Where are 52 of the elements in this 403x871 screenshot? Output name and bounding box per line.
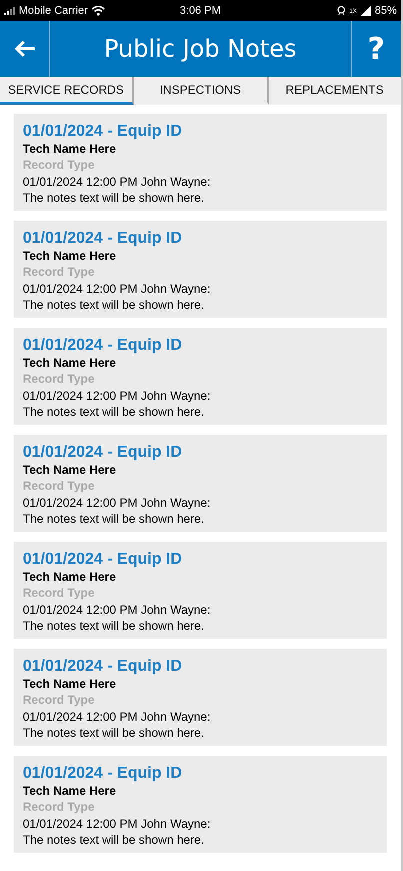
tech-name: Tech Name Here: [23, 356, 118, 371]
clock-time: 3:06 PM: [180, 4, 221, 16]
note-entry: 01/01/2024 12:00 PM John Wayne:: [23, 495, 212, 511]
record-title: 01/01/2024 - Equip ID: [23, 443, 184, 463]
note-entry: 01/01/2024 12:00 PM John Wayne:: [23, 174, 212, 190]
note-text: The notes text will be shown here.: [23, 832, 206, 848]
record-card[interactable]: 01/01/2024 - Equip ID Tech Name Here Record Type 01/01/2024 12:00 PM John Wayne: The notes text will be shown here.: [14, 328, 387, 425]
note-text: The notes text will be shown here.: [23, 618, 206, 634]
record-card[interactable]: 01/01/2024 - Equip ID Tech Name Here Record Type 01/01/2024 12:00 PM John Wayne: The notes text will be shown here.: [14, 221, 387, 318]
record-card[interactable]: 01/01/2024 - Equip ID Tech Name Here Record Type 01/01/2024 12:00 PM John Wayne: The notes text will be shown here.: [14, 435, 387, 532]
record-title: 01/01/2024 - Equip ID: [23, 657, 184, 677]
note-text: The notes text will be shown here.: [23, 725, 206, 741]
carrier-name: Mobile Carrier: [19, 4, 88, 16]
record-title: 01/01/2024 - Equip ID: [23, 122, 184, 142]
alarm-icon: [336, 5, 346, 16]
record-card[interactable]: 01/01/2024 - Equip ID Tech Name Here Record Type 01/01/2024 12:00 PM John Wayne: The notes text will be shown here.: [14, 114, 387, 211]
record-type: Record Type: [23, 478, 96, 495]
record-type: Record Type: [23, 264, 96, 281]
tab[interactable]: SERVICE RECORDS: [0, 77, 134, 105]
note-text: The notes text will be shown here.: [23, 404, 206, 420]
back-arrow-icon: [14, 40, 36, 58]
record-card[interactable]: 01/01/2024 - Equip ID Tech Name Here Record Type 01/01/2024 12:00 PM John Wayne: The notes text will be shown here.: [14, 542, 387, 639]
tech-name: Tech Name Here: [23, 677, 118, 692]
record-card[interactable]: 01/01/2024 - Equip ID Tech Name Here Record Type 01/01/2024 12:00 PM John Wayne: The notes text will be shown here.: [14, 649, 387, 746]
record-card[interactable]: 01/01/2024 - Equip ID Tech Name Here Record Type 01/01/2024 12:00 PM John Wayne: The notes text will be shown here.: [14, 756, 387, 853]
page-title: Public Job Notes: [103, 34, 298, 65]
record-type: Record Type: [23, 692, 96, 709]
cell-signal-icon: [360, 6, 371, 16]
record-title: 01/01/2024 - Equip ID: [23, 336, 184, 356]
note-entry: 01/01/2024 12:00 PM John Wayne:: [23, 602, 212, 618]
record-title: 01/01/2024 - Equip ID: [23, 764, 184, 784]
record-type: Record Type: [23, 799, 96, 816]
tech-name: Tech Name Here: [23, 784, 118, 799]
note-entry: 01/01/2024 12:00 PM John Wayne:: [23, 281, 212, 297]
signal-icon: [4, 6, 15, 14]
record-type: Record Type: [23, 371, 96, 388]
tech-name: Tech Name Here: [23, 142, 118, 157]
note-text: The notes text will be shown here.: [23, 297, 206, 313]
note-text: The notes text will be shown here.: [23, 190, 206, 206]
wifi-icon: [92, 6, 106, 16]
record-title: 01/01/2024 - Equip ID: [23, 229, 184, 249]
note-text: The notes text will be shown here.: [23, 511, 206, 527]
tech-name: Tech Name Here: [23, 249, 118, 264]
tech-name: Tech Name Here: [23, 463, 118, 478]
record-type: Record Type: [23, 157, 96, 174]
battery-level: 85%: [374, 4, 397, 16]
tech-name: Tech Name Here: [23, 570, 118, 585]
record-title: 01/01/2024 - Equip ID: [23, 550, 184, 570]
record-type: Record Type: [23, 585, 96, 602]
note-entry: 01/01/2024 12:00 PM John Wayne:: [23, 816, 212, 832]
note-entry: 01/01/2024 12:00 PM John Wayne:: [23, 388, 212, 404]
note-entry: 01/01/2024 12:00 PM John Wayne:: [23, 709, 212, 725]
